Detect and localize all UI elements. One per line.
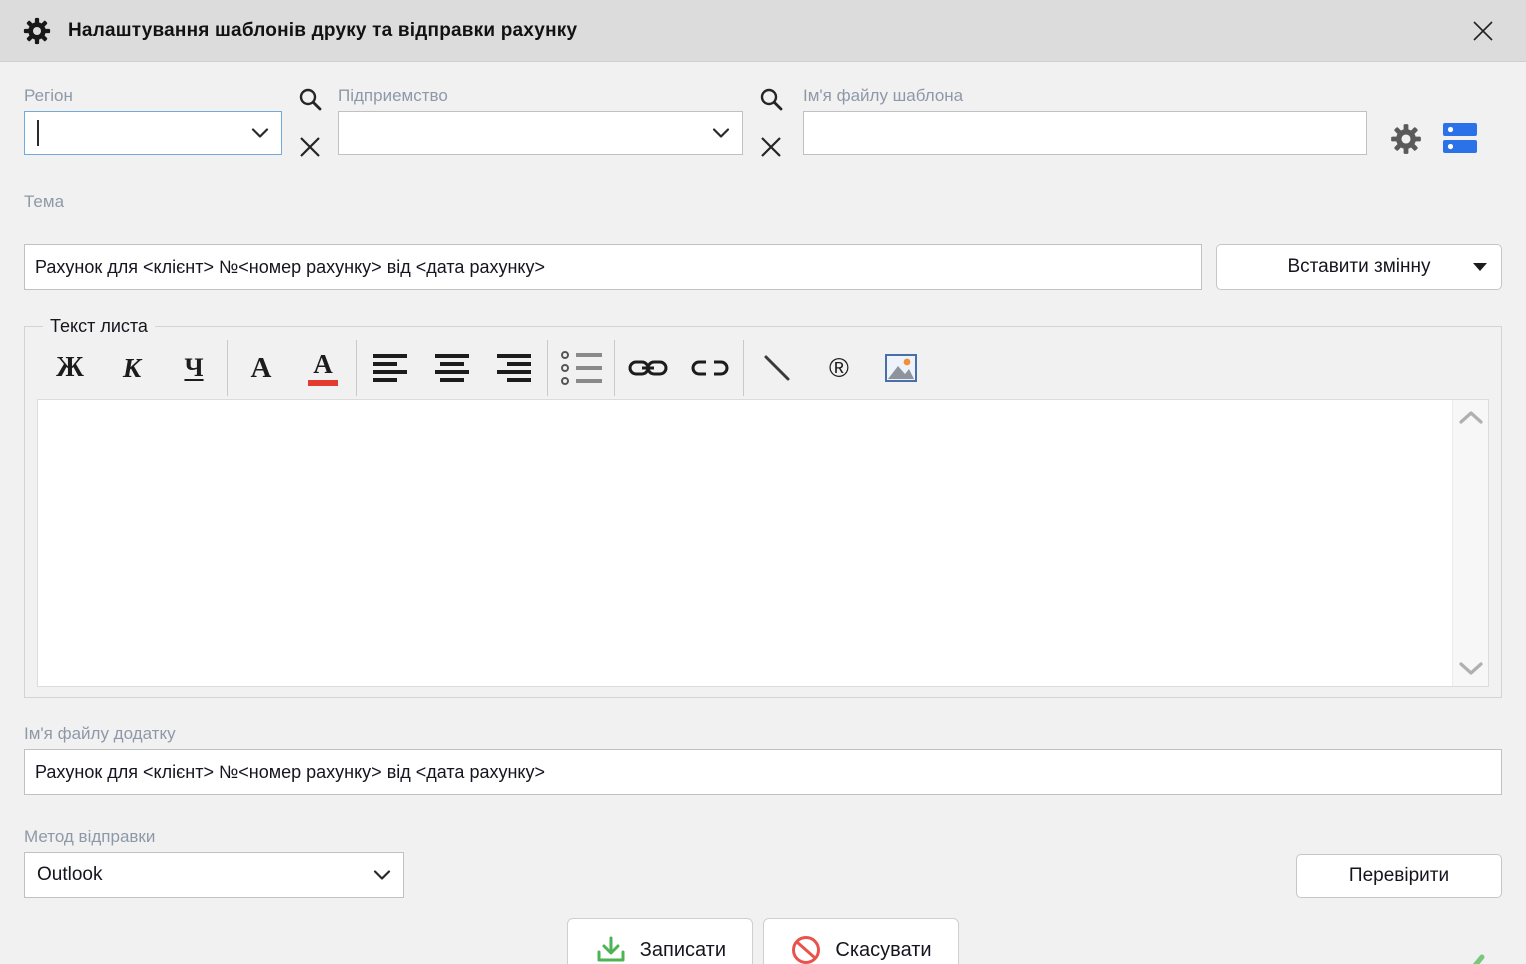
send-method-value: Outlook — [37, 864, 102, 886]
chevron-down-icon — [251, 128, 269, 139]
enterprise-search-icon[interactable] — [758, 86, 784, 112]
dropdown-triangle-icon — [1473, 263, 1487, 271]
attachment-input[interactable] — [24, 749, 1502, 795]
send-method-select[interactable]: Outlook — [24, 852, 404, 898]
cancel-prohibition-icon — [790, 934, 822, 964]
titlebar: Налаштування шаблонів друку та відправки… — [0, 0, 1526, 62]
cancel-label: Скасувати — [835, 939, 931, 962]
align-right-icon[interactable] — [483, 340, 545, 396]
enterprise-label: Підприемство — [338, 86, 743, 106]
close-icon[interactable] — [1468, 16, 1498, 46]
region-combobox[interactable] — [24, 111, 282, 155]
letter-body-legend: Текст листа — [43, 316, 155, 337]
insert-link-icon[interactable] — [617, 340, 679, 396]
window-title: Налаштування шаблонів друку та відправки… — [68, 20, 577, 42]
bold-icon[interactable]: Ж — [39, 340, 101, 396]
save-label: Записати — [640, 939, 726, 962]
align-center-icon[interactable] — [421, 340, 483, 396]
italic-icon[interactable]: К — [101, 340, 163, 396]
insert-variable-button[interactable]: Вставити змінну — [1216, 244, 1502, 290]
letter-body-textarea[interactable] — [38, 400, 1452, 686]
remove-link-icon[interactable] — [679, 340, 741, 396]
scroll-up-icon[interactable] — [1458, 410, 1484, 425]
region-clear-icon[interactable] — [298, 134, 322, 160]
enterprise-clear-icon[interactable] — [759, 134, 783, 160]
underline-icon[interactable]: Ч — [163, 340, 225, 396]
line-icon[interactable] — [746, 340, 808, 396]
insert-image-icon[interactable] — [870, 340, 932, 396]
template-settings-gear-icon[interactable] — [1389, 122, 1423, 156]
toolbar-separator — [227, 340, 228, 396]
save-button[interactable]: Записати — [567, 918, 753, 964]
insert-variable-label: Вставити змінну — [1287, 256, 1430, 278]
save-download-icon — [595, 934, 627, 964]
attachment-block: Ім'я файлу додатку — [24, 724, 1502, 795]
toolbar-separator — [547, 340, 548, 396]
bottom-row: Записати Скасувати — [24, 918, 1502, 964]
template-file-input[interactable] — [803, 111, 1367, 155]
template-file-label: Ім'я файлу шаблона — [803, 86, 1367, 106]
attachment-label: Ім'я файлу додатку — [24, 724, 1502, 744]
subject-block: Тема Вставити змінну — [24, 192, 1502, 290]
letter-body-editor — [37, 399, 1489, 687]
send-method-label: Метод відправки — [24, 827, 404, 847]
bullet-list-icon[interactable] — [550, 340, 612, 396]
format-toolbar: Ж К Ч А А — [35, 337, 1491, 399]
verify-button[interactable]: Перевірити — [1296, 854, 1502, 898]
method-row: Метод відправки Outlook Перевірити — [24, 827, 1502, 898]
enterprise-combobox[interactable] — [338, 111, 743, 155]
registered-symbol-icon[interactable]: ® — [808, 340, 870, 396]
scroll-down-icon[interactable] — [1458, 661, 1484, 676]
chevron-down-icon — [373, 870, 391, 881]
subject-input[interactable] — [24, 244, 1202, 290]
toolbar-separator — [356, 340, 357, 396]
template-list-icon[interactable] — [1441, 120, 1479, 156]
editor-scrollbar[interactable] — [1452, 400, 1488, 686]
region-search-icon[interactable] — [297, 86, 323, 112]
settings-dialog: { "window": { "title": "Налаштування шаб… — [0, 0, 1526, 964]
font-icon[interactable]: А — [230, 340, 292, 396]
cancel-button[interactable]: Скасувати — [763, 918, 958, 964]
toolbar-separator — [614, 340, 615, 396]
align-left-icon[interactable] — [359, 340, 421, 396]
settings-gear-icon — [22, 16, 52, 46]
subject-label: Тема — [24, 192, 1502, 212]
confirm-check-icon[interactable] — [1448, 952, 1488, 964]
text-cursor — [37, 120, 39, 146]
letter-body-group: Текст листа Ж К Ч А А — [24, 316, 1502, 698]
filter-row: Регіон — [24, 86, 1502, 160]
font-color-icon[interactable]: А — [292, 340, 354, 396]
chevron-down-icon — [712, 128, 730, 139]
region-label: Регіон — [24, 86, 282, 106]
toolbar-separator — [743, 340, 744, 396]
